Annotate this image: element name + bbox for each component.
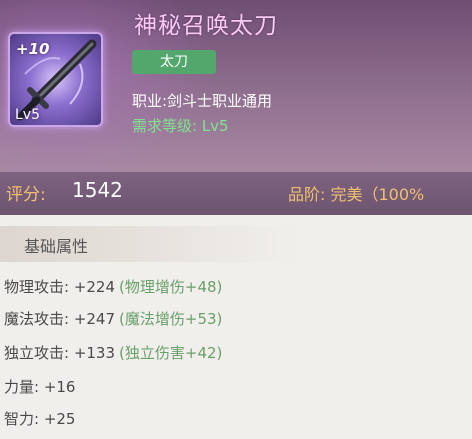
section-header-basic-attributes: 基础属性 (0, 226, 300, 262)
attribute-label: 智力: +25 (4, 410, 76, 428)
item-icon[interactable]: +10 Lv5 (8, 32, 103, 127)
attribute-bonus: (独立伤害+42) (119, 344, 223, 362)
attribute-label: 独立攻击: +133 (4, 344, 116, 362)
score-value: 1542 (72, 178, 123, 202)
attribute-bonus: (魔法增伤+53) (119, 310, 223, 328)
item-type-badge: 太刀 (132, 50, 216, 74)
attribute-row-intelligence: 智力: +25 (4, 408, 75, 429)
icon-level-label: Lv5 (15, 107, 40, 123)
attribute-label: 力量: +16 (4, 378, 76, 396)
score-bar: 评分: 1542 品阶: 完美（100% (0, 172, 472, 215)
attribute-row-magic-attack: 魔法攻击: +247 (魔法增伤+53) (4, 308, 222, 329)
attribute-row-strength: 力量: +16 (4, 376, 75, 397)
attribute-label: 物理攻击: +224 (4, 278, 116, 296)
attribute-label: 魔法攻击: +247 (4, 310, 116, 328)
attribute-row-independent-attack: 独立攻击: +133 (独立伤害+42) (4, 342, 222, 363)
enhance-level: +10 (16, 40, 50, 58)
score-label: 评分: (6, 185, 46, 205)
section-title: 基础属性 (24, 237, 89, 256)
attribute-bonus: (物理增伤+48) (119, 278, 223, 296)
level-requirement: 需求等级: Lv5 (132, 117, 229, 135)
item-name: 神秘召唤太刀 (134, 13, 278, 39)
attribute-row-physical-attack: 物理攻击: +224 (物理增伤+48) (4, 276, 222, 297)
item-header: +10 Lv5 神秘召唤太刀 太刀 职业:剑斗士职业通用 需求等级: Lv5 (0, 0, 472, 172)
class-requirement: 职业:剑斗士职业通用 (132, 92, 273, 110)
quality-grade: 品阶: 完美（100% (288, 185, 425, 204)
